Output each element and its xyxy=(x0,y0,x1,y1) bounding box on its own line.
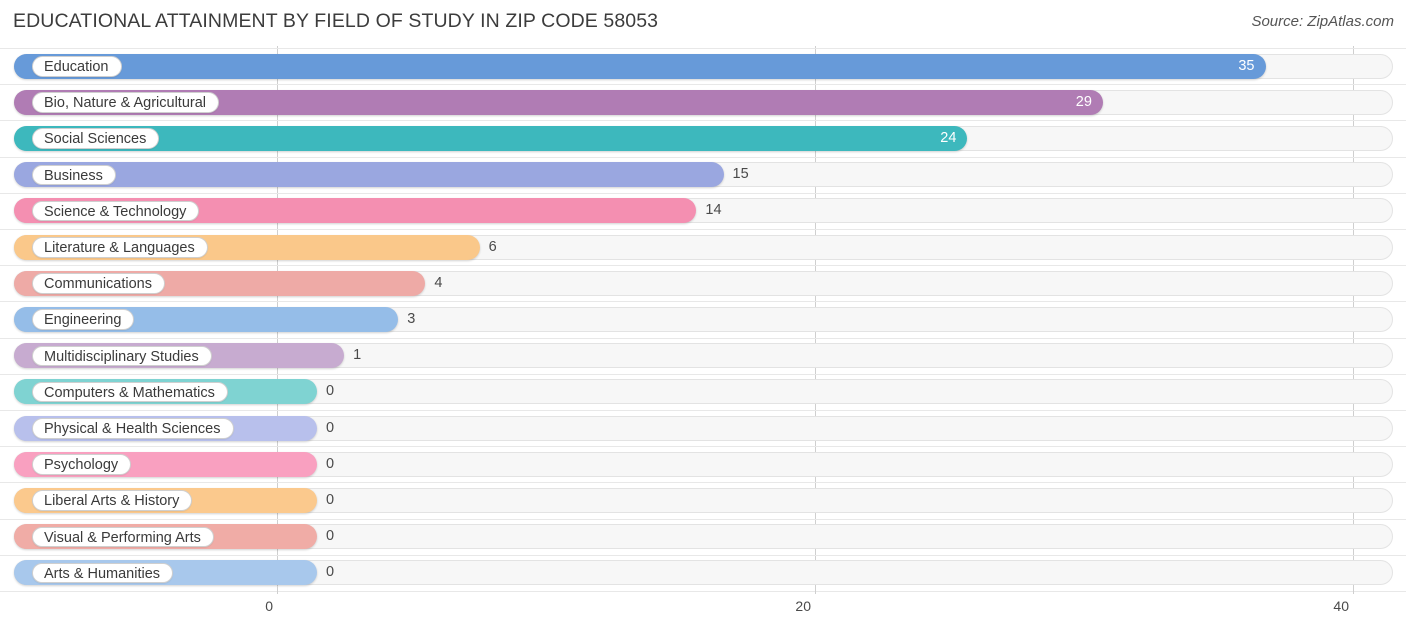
row-separator xyxy=(0,482,1406,484)
chart-row[interactable]: 14 Science & Technology xyxy=(0,192,1406,229)
row-separator xyxy=(0,84,1406,86)
row-separator xyxy=(0,192,1406,194)
chart-row[interactable]: 6 Literature & Languages xyxy=(0,229,1406,265)
bar-value-label: 15 xyxy=(732,166,749,183)
bar-value-label: 4 xyxy=(434,274,443,291)
chart-row[interactable]: 0 Visual & Performing Arts xyxy=(0,518,1406,555)
chart-plot-area: 35 Education 29 Bio, Nature & Agricultural 2… xyxy=(0,46,1406,594)
bar[interactable] xyxy=(14,162,724,188)
chart-row[interactable]: 1 Multidisciplinary Studies xyxy=(0,337,1406,374)
bar-value-label: 0 xyxy=(326,419,335,436)
category-label[interactable]: Engineering xyxy=(32,309,135,330)
chart-row[interactable]: 4 Communications xyxy=(0,265,1406,301)
axis-tick-label: 0 xyxy=(265,598,273,614)
category-label[interactable]: Physical & Health Sciences xyxy=(32,418,234,439)
chart-row[interactable]: 3 Engineering xyxy=(0,301,1406,337)
chart-row[interactable]: 0 Arts & Humanities xyxy=(0,554,1406,591)
bar-value-label: 0 xyxy=(326,528,335,545)
axis-tick-mark xyxy=(815,586,816,594)
category-label[interactable]: Liberal Arts & History xyxy=(32,490,193,511)
axis-tick-mark xyxy=(277,586,278,594)
bar-value-label: 14 xyxy=(705,202,722,219)
bar-value-label: 0 xyxy=(326,564,335,581)
category-label[interactable]: Computers & Mathematics xyxy=(32,381,228,403)
row-separator xyxy=(0,591,1406,592)
chart-header: EDUCATIONAL ATTAINMENT BY FIELD OF STUDY… xyxy=(0,0,1406,46)
category-label[interactable]: Education xyxy=(32,56,122,77)
row-separator xyxy=(0,554,1406,556)
bar-value-label: 0 xyxy=(326,491,335,508)
row-separator xyxy=(0,229,1406,230)
chart-row[interactable]: 0 Computers & Mathematics xyxy=(0,373,1406,410)
bar-value-label: 3 xyxy=(407,310,416,327)
category-label[interactable]: Arts & Humanities xyxy=(32,562,174,584)
row-separator xyxy=(0,337,1406,339)
axis-tick-label: 40 xyxy=(1333,598,1349,614)
chart-row[interactable]: 35 Education xyxy=(0,48,1406,84)
category-label[interactable]: Communications xyxy=(32,273,165,294)
category-label[interactable]: Science & Technology xyxy=(32,200,200,222)
chart-row[interactable]: 0 Psychology xyxy=(0,446,1406,482)
page-title: EDUCATIONAL ATTAINMENT BY FIELD OF STUDY… xyxy=(13,10,659,32)
bar-value-label: 0 xyxy=(326,455,335,472)
row-separator xyxy=(0,48,1406,49)
row-separator xyxy=(0,373,1406,375)
category-label[interactable]: Bio, Nature & Agricultural xyxy=(32,92,219,113)
chart-row[interactable]: 29 Bio, Nature & Agricultural xyxy=(0,84,1406,120)
category-label[interactable]: Social Sciences xyxy=(32,128,160,149)
chart-row[interactable]: 15 Business xyxy=(0,156,1406,193)
category-label[interactable]: Multidisciplinary Studies xyxy=(32,345,212,367)
category-label[interactable]: Psychology xyxy=(32,454,132,475)
row-separator xyxy=(0,446,1406,448)
bar-value-label: 35 xyxy=(1238,57,1255,74)
bar-value-label: 1 xyxy=(353,347,362,364)
bar-value-label: 29 xyxy=(1075,93,1092,110)
row-separator xyxy=(0,518,1406,520)
row-separator xyxy=(0,301,1406,303)
chart-row[interactable]: 0 Liberal Arts & History xyxy=(0,482,1406,518)
x-axis: 0 20 40 xyxy=(0,586,1406,631)
row-separator xyxy=(0,410,1406,411)
row-separator xyxy=(0,265,1406,267)
category-label[interactable]: Business xyxy=(32,164,116,186)
chart-row[interactable]: 24 Social Sciences xyxy=(0,120,1406,156)
category-label[interactable]: Literature & Languages xyxy=(32,237,208,258)
bar-value-label: 0 xyxy=(326,383,335,400)
axis-tick-label: 20 xyxy=(795,598,811,614)
row-separator xyxy=(0,156,1406,158)
bar-value-label: 24 xyxy=(940,129,957,146)
category-label[interactable]: Visual & Performing Arts xyxy=(32,526,214,548)
chart-row[interactable]: 0 Physical & Health Sciences xyxy=(0,410,1406,446)
bar[interactable]: 35 xyxy=(14,53,1266,79)
source-attribution: Source: ZipAtlas.com xyxy=(1251,13,1394,30)
bar-value-label: 6 xyxy=(488,238,497,255)
axis-tick-mark xyxy=(1353,586,1354,594)
row-separator xyxy=(0,120,1406,122)
